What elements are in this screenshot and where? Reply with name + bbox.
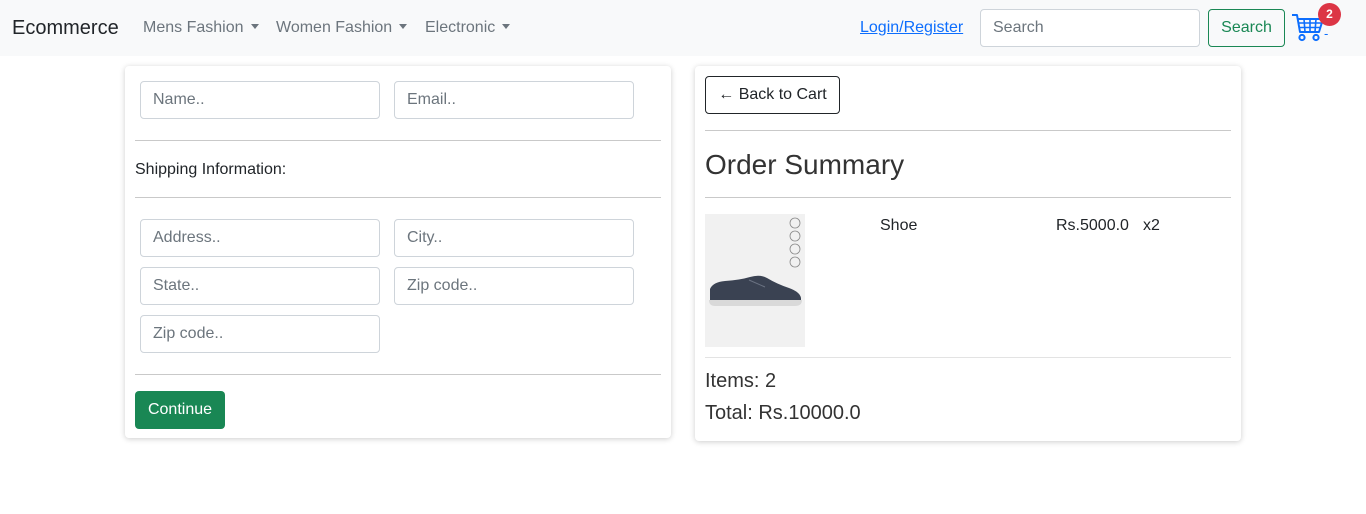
product-quantity: x2: [1143, 217, 1160, 234]
caret-down-icon: [502, 24, 511, 29]
divider: [705, 357, 1231, 358]
search-input[interactable]: [980, 9, 1200, 47]
divider: [705, 130, 1231, 131]
divider: [135, 374, 661, 375]
caret-down-icon: [399, 24, 408, 29]
menu-label: Women Fashion: [276, 19, 393, 36]
continue-button[interactable]: Continue: [135, 391, 225, 429]
zip-code-field[interactable]: [394, 267, 634, 305]
product-image: [705, 214, 805, 347]
menu-women-fashion[interactable]: Women Fashion: [276, 18, 408, 38]
menu-label: Mens Fashion: [143, 19, 244, 36]
navbar: Ecommerce Mens Fashion Women Fashion Ele…: [0, 0, 1366, 56]
divider: [705, 197, 1231, 198]
city-field[interactable]: [394, 219, 634, 257]
caret-down-icon: [250, 24, 259, 29]
cart-count-badge: 2: [1318, 3, 1341, 26]
menu-electronic[interactable]: Electronic: [425, 18, 511, 38]
name-field[interactable]: [140, 81, 380, 119]
back-to-cart-button[interactable]: ← Back to Cart: [705, 76, 840, 114]
divider: [135, 140, 661, 141]
product-price: Rs.5000.0: [1056, 217, 1129, 234]
brand-link[interactable]: Ecommerce: [12, 15, 119, 41]
divider: [135, 197, 661, 198]
menu-label: Electronic: [425, 19, 496, 36]
shipping-heading: Shipping Information:: [135, 161, 287, 178]
product-name: Shoe: [880, 217, 918, 234]
cart-suffix: -: [1324, 26, 1329, 41]
order-total: Total: Rs.10000.0: [705, 402, 861, 424]
order-summary-title: Order Summary: [705, 149, 905, 180]
address-field[interactable]: [140, 219, 380, 257]
items-count: Items: 2: [705, 370, 777, 392]
email-field[interactable]: [394, 81, 634, 119]
order-summary-card: ← Back to Cart Order Summary Shoe Rs.500…: [695, 66, 1241, 441]
zip-code-field-2[interactable]: [140, 315, 380, 353]
shoe-icon: [709, 217, 802, 306]
menu-mens-fashion[interactable]: Mens Fashion: [143, 18, 259, 38]
search-button[interactable]: Search: [1208, 9, 1285, 47]
state-field[interactable]: [140, 267, 380, 305]
login-register-link[interactable]: Login/Register: [860, 18, 963, 38]
checkout-form-card: Shipping Information: Continue: [125, 66, 671, 438]
